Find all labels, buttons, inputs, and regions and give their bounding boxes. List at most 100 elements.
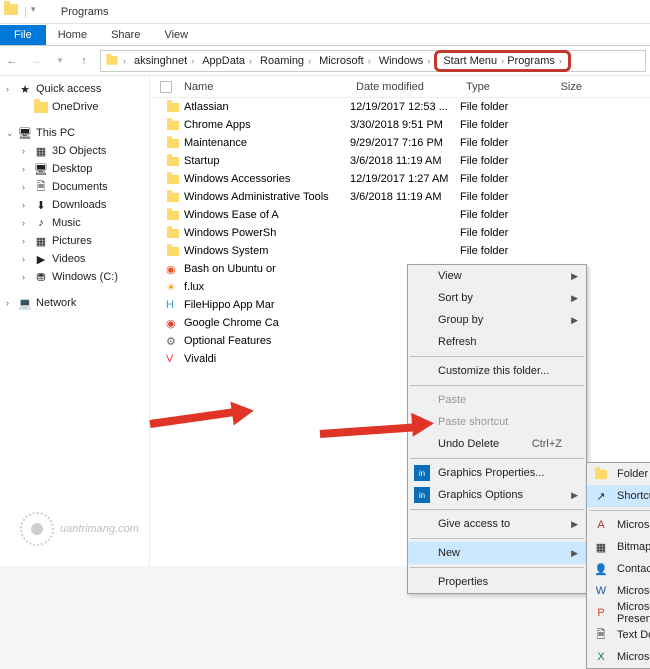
excel-icon: X: [593, 649, 609, 665]
table-row[interactable]: Startup 3/6/2018 11:19 AMFile folder: [150, 152, 650, 170]
app-folder-icon: [4, 4, 20, 20]
file-icon: H: [166, 298, 180, 312]
desktop-icon: 🖥: [34, 162, 48, 176]
tab-file[interactable]: File: [0, 25, 46, 45]
col-type[interactable]: Type: [460, 81, 530, 93]
table-row[interactable]: Windows Administrative Tools 3/6/2018 11:…: [150, 188, 650, 206]
nav-fwd-button[interactable]: →: [24, 49, 48, 73]
file-date: 3/6/2018 11:19 AM: [350, 155, 460, 167]
file-name: Vivaldi: [184, 353, 216, 365]
file-name: Windows PowerSh: [184, 227, 276, 239]
col-size[interactable]: Size: [530, 81, 590, 93]
file-type: File folder: [460, 155, 530, 167]
new-excel[interactable]: XMicrosoft Excel Worksheet: [587, 646, 650, 668]
ctx-sep: [410, 567, 584, 568]
table-row[interactable]: Windows System File folder: [150, 242, 650, 260]
new-contact[interactable]: 👤Contact: [587, 558, 650, 580]
ctx-graphics-opts[interactable]: inGraphics Options▶: [408, 484, 586, 506]
column-headers: Name Date modified Type Size: [150, 76, 650, 98]
table-row[interactable]: Atlassian12/19/2017 12:53 ...File folder: [150, 98, 650, 116]
nav-back-button[interactable]: ←: [0, 49, 24, 73]
word-icon: W: [593, 583, 609, 599]
file-type: File folder: [460, 191, 530, 203]
crumb-aksinghnet[interactable]: aksinghnet›: [130, 55, 198, 67]
table-row[interactable]: Windows Ease of AFile folder: [150, 206, 650, 224]
table-row[interactable]: Windows PowerSh File folder: [150, 224, 650, 242]
new-folder[interactable]: Folder: [587, 463, 650, 485]
ctx-view[interactable]: View▶: [408, 265, 586, 287]
table-row[interactable]: Windows Accessories12/19/2017 1:27 AMFil…: [150, 170, 650, 188]
ctx-undo[interactable]: Undo DeleteCtrl+Z: [408, 433, 586, 455]
new-text[interactable]: 🗎Text Document: [587, 624, 650, 646]
doc-icon: 🗎: [34, 180, 48, 194]
shortcut-icon: ↗: [593, 488, 609, 504]
crumb-windows[interactable]: Windows›: [375, 55, 435, 67]
ctx-refresh[interactable]: Refresh: [408, 331, 586, 353]
col-date[interactable]: Date modified: [350, 81, 460, 93]
sidebar-item-music[interactable]: ›♪Music: [0, 214, 149, 232]
file-name: Windows Administrative Tools: [184, 191, 329, 203]
nav-recent-button[interactable]: ▾: [48, 49, 72, 73]
sidebar: ›★Quick access OneDrive ⌄🖥This PC ›▦3D O…: [0, 76, 150, 566]
file-icon: ◉: [166, 316, 180, 330]
sidebar-item-3d[interactable]: ›▦3D Objects: [0, 142, 149, 160]
nav-up-button[interactable]: ↑: [72, 49, 96, 73]
file-date: 3/6/2018 11:19 AM: [350, 191, 460, 203]
ctx-groupby[interactable]: Group by▶: [408, 309, 586, 331]
file-type: File folder: [460, 227, 530, 239]
new-access[interactable]: AMicrosoft Access Database: [587, 514, 650, 536]
new-bitmap[interactable]: ▦Bitmap image: [587, 536, 650, 558]
crumb-icon: ›: [101, 55, 130, 66]
breadcrumb[interactable]: › aksinghnet› AppData› Roaming› Microsof…: [100, 50, 646, 72]
ctx-sep: [410, 385, 584, 386]
sidebar-item-documents[interactable]: ›🗎Documents: [0, 178, 149, 196]
col-name[interactable]: Name: [150, 81, 350, 93]
ctx-sortby[interactable]: Sort by▶: [408, 287, 586, 309]
file-date: 12/19/2017 1:27 AM: [350, 173, 460, 185]
tab-view[interactable]: View: [152, 25, 200, 45]
ctx-give-access[interactable]: Give access to▶: [408, 513, 586, 535]
sidebar-item-c-drive[interactable]: ›⛃Windows (C:): [0, 268, 149, 286]
file-name: Startup: [184, 155, 219, 167]
qat-down-icon[interactable]: ▾: [31, 4, 47, 20]
table-row[interactable]: Maintenance9/29/2017 7:16 PMFile folder: [150, 134, 650, 152]
crumb-microsoft[interactable]: Microsoft›: [315, 55, 375, 67]
file-date: 9/29/2017 7:16 PM: [350, 137, 460, 149]
qat-sep: |: [24, 6, 27, 18]
select-all-checkbox[interactable]: [160, 81, 172, 93]
pc-icon: 🖥: [18, 126, 32, 140]
crumb-roaming[interactable]: Roaming›: [256, 55, 315, 67]
ctx-properties[interactable]: Properties: [408, 571, 586, 593]
file-icon: ☀: [166, 280, 180, 294]
sidebar-item-videos[interactable]: ›▶Videos: [0, 250, 149, 268]
ctx-sep: [589, 510, 650, 511]
sidebar-item-downloads[interactable]: ›⬇Downloads: [0, 196, 149, 214]
file-icon: [166, 208, 180, 222]
ctx-sep: [410, 509, 584, 510]
file-name: Maintenance: [184, 137, 247, 149]
sidebar-onedrive[interactable]: OneDrive: [0, 98, 149, 116]
file-icon: [166, 190, 180, 204]
ctx-graphics-props[interactable]: inGraphics Properties...: [408, 462, 586, 484]
file-type: File folder: [460, 119, 530, 131]
tab-home[interactable]: Home: [46, 25, 99, 45]
sidebar-item-pictures[interactable]: ›▦Pictures: [0, 232, 149, 250]
sidebar-this-pc[interactable]: ⌄🖥This PC: [0, 124, 149, 142]
new-word[interactable]: WMicrosoft Word Document: [587, 580, 650, 602]
sidebar-network[interactable]: ›💻Network: [0, 294, 149, 312]
tab-share[interactable]: Share: [99, 25, 152, 45]
file-name: Windows System: [184, 245, 268, 257]
table-row[interactable]: Chrome Apps3/30/2018 9:51 PMFile folder: [150, 116, 650, 134]
file-type: File folder: [460, 245, 530, 257]
crumb-highlighted[interactable]: Start Menu› Programs›: [434, 50, 571, 72]
sidebar-quick-access[interactable]: ›★Quick access: [0, 80, 149, 98]
ctx-customize[interactable]: Customize this folder...: [408, 360, 586, 382]
cloud-icon: [34, 100, 48, 114]
sidebar-item-desktop[interactable]: ›🖥Desktop: [0, 160, 149, 178]
file-icon: [166, 226, 180, 240]
new-ppt[interactable]: PMicrosoft PowerPoint Presentation: [587, 602, 650, 624]
new-shortcut[interactable]: ↗Shortcut: [587, 485, 650, 507]
image-icon: ▦: [34, 234, 48, 248]
ctx-new[interactable]: New▶: [408, 542, 586, 564]
crumb-appdata[interactable]: AppData›: [198, 55, 256, 67]
